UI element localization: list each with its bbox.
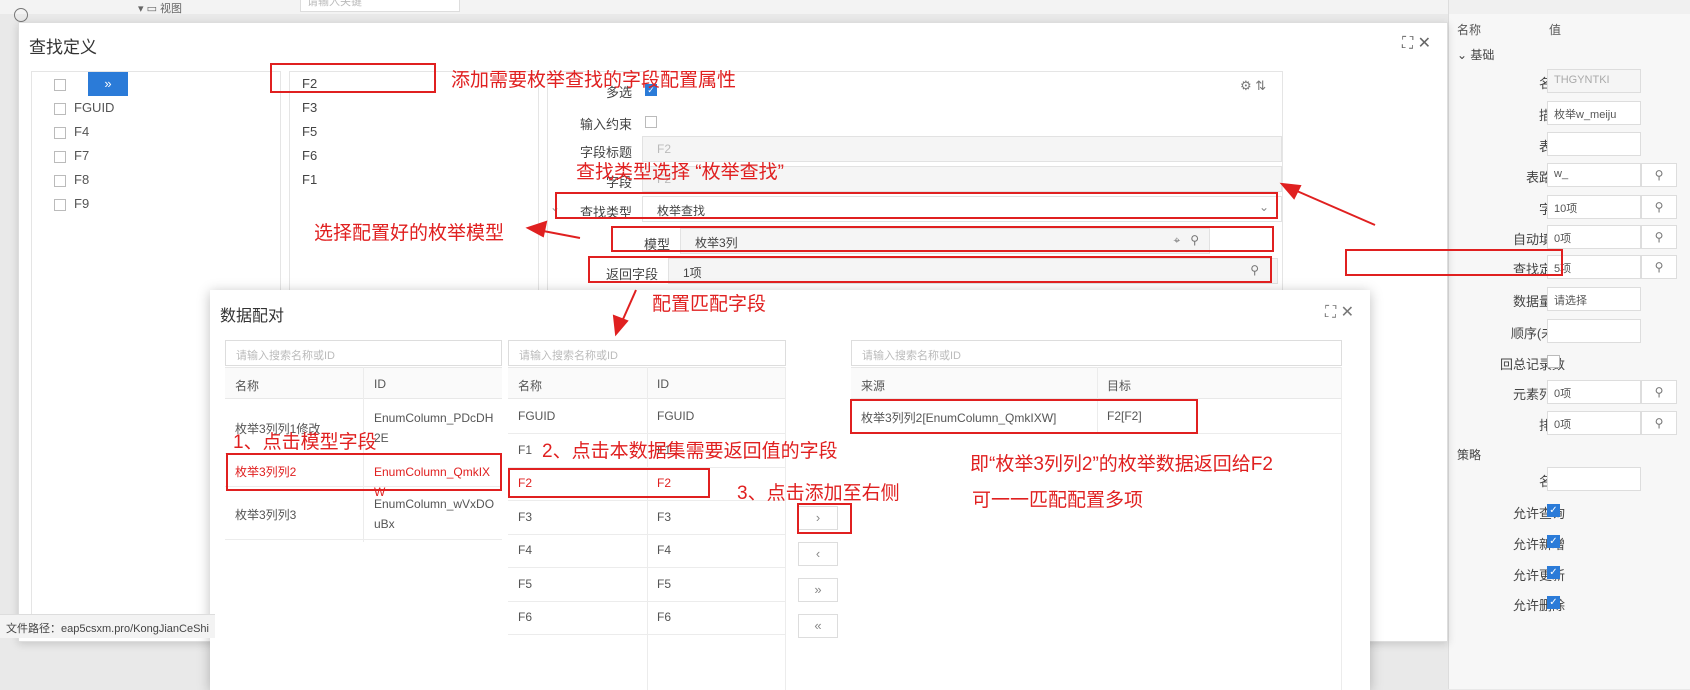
annotation-find-type: 查找类型选择 “枚举查找”: [576, 162, 784, 183]
annotation-select-model: 选择配置好的枚举模型: [314, 223, 505, 244]
annotation-step1: 1、点击模型字段: [233, 432, 377, 453]
annotation-step2: 2、点击本数据集需要返回值的字段: [542, 441, 838, 462]
annotation-result1: 即“枚举3列列2”的枚举数据返回给F2: [970, 454, 1273, 475]
annotation-result2: 可一一匹配配置多项: [972, 490, 1144, 511]
annotation-arrows: [525, 182, 1376, 337]
annotation-add-fields: 添加需要枚举查找的字段配置属性: [451, 70, 737, 91]
annotation-config-match: 配置匹配字段: [652, 294, 767, 315]
annotation-step3: 3、点击添加至右侧: [737, 483, 900, 504]
